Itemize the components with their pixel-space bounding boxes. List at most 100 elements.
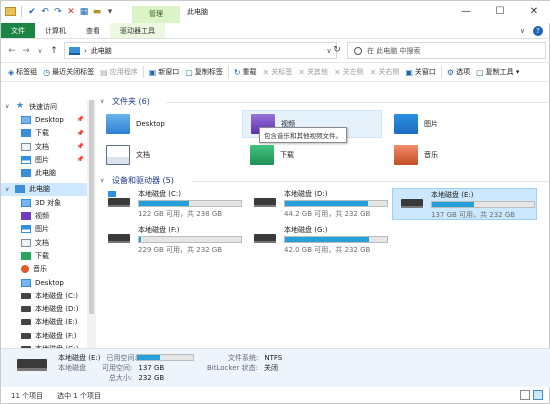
toolbar-button[interactable]: ◷ 最近关闭标签 [40,67,97,77]
status-bar: 11 个项目 选中 1 个项目 [1,387,550,404]
sidebar-item[interactable]: 本地磁盘 (E:) [1,316,87,329]
sidebar-item[interactable]: 此电脑 [1,166,87,179]
drive-name: 本地磁盘 (G:) [284,226,328,234]
toolbar-button[interactable]: ✕ 关右侧 [367,67,403,77]
back-button[interactable]: ← [5,46,19,56]
toolbar-button[interactable]: ↻ 重载 [231,67,260,77]
properties-icon[interactable]: ▦ [79,7,89,17]
tab-file[interactable]: 文件 [1,23,35,38]
chevron-down-icon[interactable]: ∨ [100,177,108,184]
tab-computer[interactable]: 计算机 [35,23,76,38]
maximize-button[interactable]: ☐ [483,1,517,23]
ribbon-tabs: 文件 计算机 查看 驱动器工具 ∨ ? [1,23,550,39]
details-view-icon[interactable] [520,390,530,400]
drive-tile[interactable]: 本地磁盘 (G:) 42.0 GB 可用，共 232 GB [246,224,391,256]
help-icon[interactable]: ? [533,25,543,36]
divider [142,66,144,78]
undo-icon[interactable]: ↶ [40,7,50,17]
sidebar-item[interactable]: 视频 [1,209,87,222]
tiles-view-icon[interactable] [533,390,543,400]
3d-objects-icon [21,198,31,207]
details-drive-name: 本地磁盘 (E:) [58,354,101,362]
minimize-button[interactable]: — [449,1,483,23]
sidebar-item[interactable]: 图片 [1,223,87,236]
sidebar-item[interactable]: Desktop 📌 [1,113,87,126]
toolbar-button[interactable]: ▢ 复制工具 ▾ [473,67,522,77]
toolbar-button[interactable]: ◈ 标签组 [5,67,40,77]
folder-tile[interactable]: 下载 [242,141,382,169]
group-header-folders[interactable]: ∨ 文件夹 (6) [100,96,550,107]
sidebar-item[interactable]: 图片 📌 [1,153,87,166]
drive-icon [17,359,47,371]
chevron-down-icon[interactable]: ∨ [5,103,11,110]
toolbar-button-label: 最近关闭标签 [52,68,95,76]
usage-fill [285,201,368,206]
toolbar-button[interactable]: ✕ 关左侧 [331,67,367,77]
window-title: 此电脑 [187,8,208,16]
sidebar-item[interactable]: 文档 📌 [1,140,87,153]
tab-drive-tools[interactable]: 驱动器工具 [110,23,165,38]
check-icon[interactable]: ✔ [27,7,37,17]
chevron-down-icon[interactable]: ∨ [100,98,108,105]
toolbar-button[interactable]: ▤ 应用程序 [97,67,141,77]
drive-tile[interactable]: 本地磁盘 (E:) 137 GB 可用，共 232 GB [392,188,537,220]
group-header-drives[interactable]: ∨ 设备和驱动器 (5) [100,175,550,186]
redo-icon[interactable]: ↷ [53,7,63,17]
toolbar-button[interactable]: ✕ 关标签 [260,67,296,77]
drive-tile[interactable]: 本地磁盘 (D:) 44.2 GB 可用，共 232 GB [246,188,391,220]
chevron-down-icon[interactable]: ∨ [5,186,11,193]
sidebar-item[interactable]: Desktop [1,276,87,289]
toolbar-button[interactable]: ▣ 关窗口 [402,67,439,77]
forward-button[interactable]: → [19,46,33,56]
context-tab-group-label: 管理 [132,6,180,23]
toolbar-button-label: 关标签 [271,68,293,76]
pin-icon[interactable]: 📌 [77,156,84,163]
sidebar-item[interactable]: 本地磁盘 (D:) [1,302,87,315]
sidebar-item-label: 下载 [35,251,49,260]
sidebar-item[interactable]: 本地磁盘 (C:) [1,289,87,302]
sidebar-item[interactable]: 文档 [1,236,87,249]
search-box[interactable]: 在 此电脑 中搜索 [347,42,546,59]
sidebar-item-quick-access[interactable]: ∨ ★ 快速访问 [1,100,87,113]
dropdown-icon[interactable]: ▾ [105,7,115,17]
sidebar-item-label: 3D 对象 [35,198,62,207]
folder-tile[interactable]: 图片 [386,110,526,138]
drive-free-space: 42.0 GB 可用，共 232 GB [284,246,371,254]
refresh-button[interactable]: ↻ [331,42,343,59]
sidebar-item[interactable]: 下载 [1,249,87,262]
breadcrumb[interactable]: 此电脑 [91,46,112,56]
toolbar-button[interactable]: ✕ 关其他 [295,67,331,77]
sidebar-scrollbar[interactable] [87,100,96,348]
folder-tile[interactable]: 文档 [98,141,238,169]
search-input[interactable]: 在 此电脑 中搜索 [367,46,420,56]
sidebar-item[interactable]: 音乐 [1,263,87,276]
scrollbar-thumb[interactable] [89,100,94,314]
ribbon-collapse-icon[interactable]: ∨ [520,27,525,35]
new-folder-icon[interactable]: ▬ [92,7,102,17]
drive-tile[interactable]: 本地磁盘 (C:) 122 GB 可用，共 238 GB [100,188,245,220]
toolbar-button[interactable]: ▢ 复制标签 [182,67,226,77]
pin-icon[interactable]: 📌 [77,130,84,137]
pin-icon[interactable]: 📌 [77,143,84,150]
toolbar-button[interactable]: ⚙ 选项 [444,67,473,77]
tab-view[interactable]: 查看 [76,23,110,38]
folder-name: Desktop [136,120,165,128]
sidebar-item[interactable]: 下载 📌 [1,127,87,140]
drive-icon [21,332,31,339]
folder-tile[interactable]: 音乐 [386,141,526,169]
recent-locations-button[interactable]: ∨ [33,47,47,55]
pin-icon[interactable]: 📌 [77,116,84,123]
sidebar-item[interactable]: 3D 对象 [1,196,87,209]
drive-tile[interactable]: 本地磁盘 (F:) 229 GB 可用，共 232 GB [100,224,245,256]
address-bar[interactable]: › 此电脑 ∨ [64,42,337,59]
close-button[interactable]: ✕ [517,1,550,23]
toolbar-button[interactable]: ▣ 新窗口 [146,67,183,77]
explorer-window: ✔ ↶ ↷ ✕ ▦ ▬ ▾ 管理 此电脑 — ☐ ✕ 文件 计算机 查看 驱动器… [0,0,550,404]
up-button[interactable]: ↑ [47,46,61,56]
sidebar-item[interactable]: 本地磁盘 (F:) [1,329,87,342]
delete-icon[interactable]: ✕ [66,7,76,17]
recent-tags-icon: ◷ [43,67,51,77]
drive-name: 本地磁盘 (D:) [284,190,328,198]
sidebar-item-this-pc[interactable]: ∨ 此电脑 [1,182,87,197]
folder-tile[interactable]: Desktop [98,110,238,138]
